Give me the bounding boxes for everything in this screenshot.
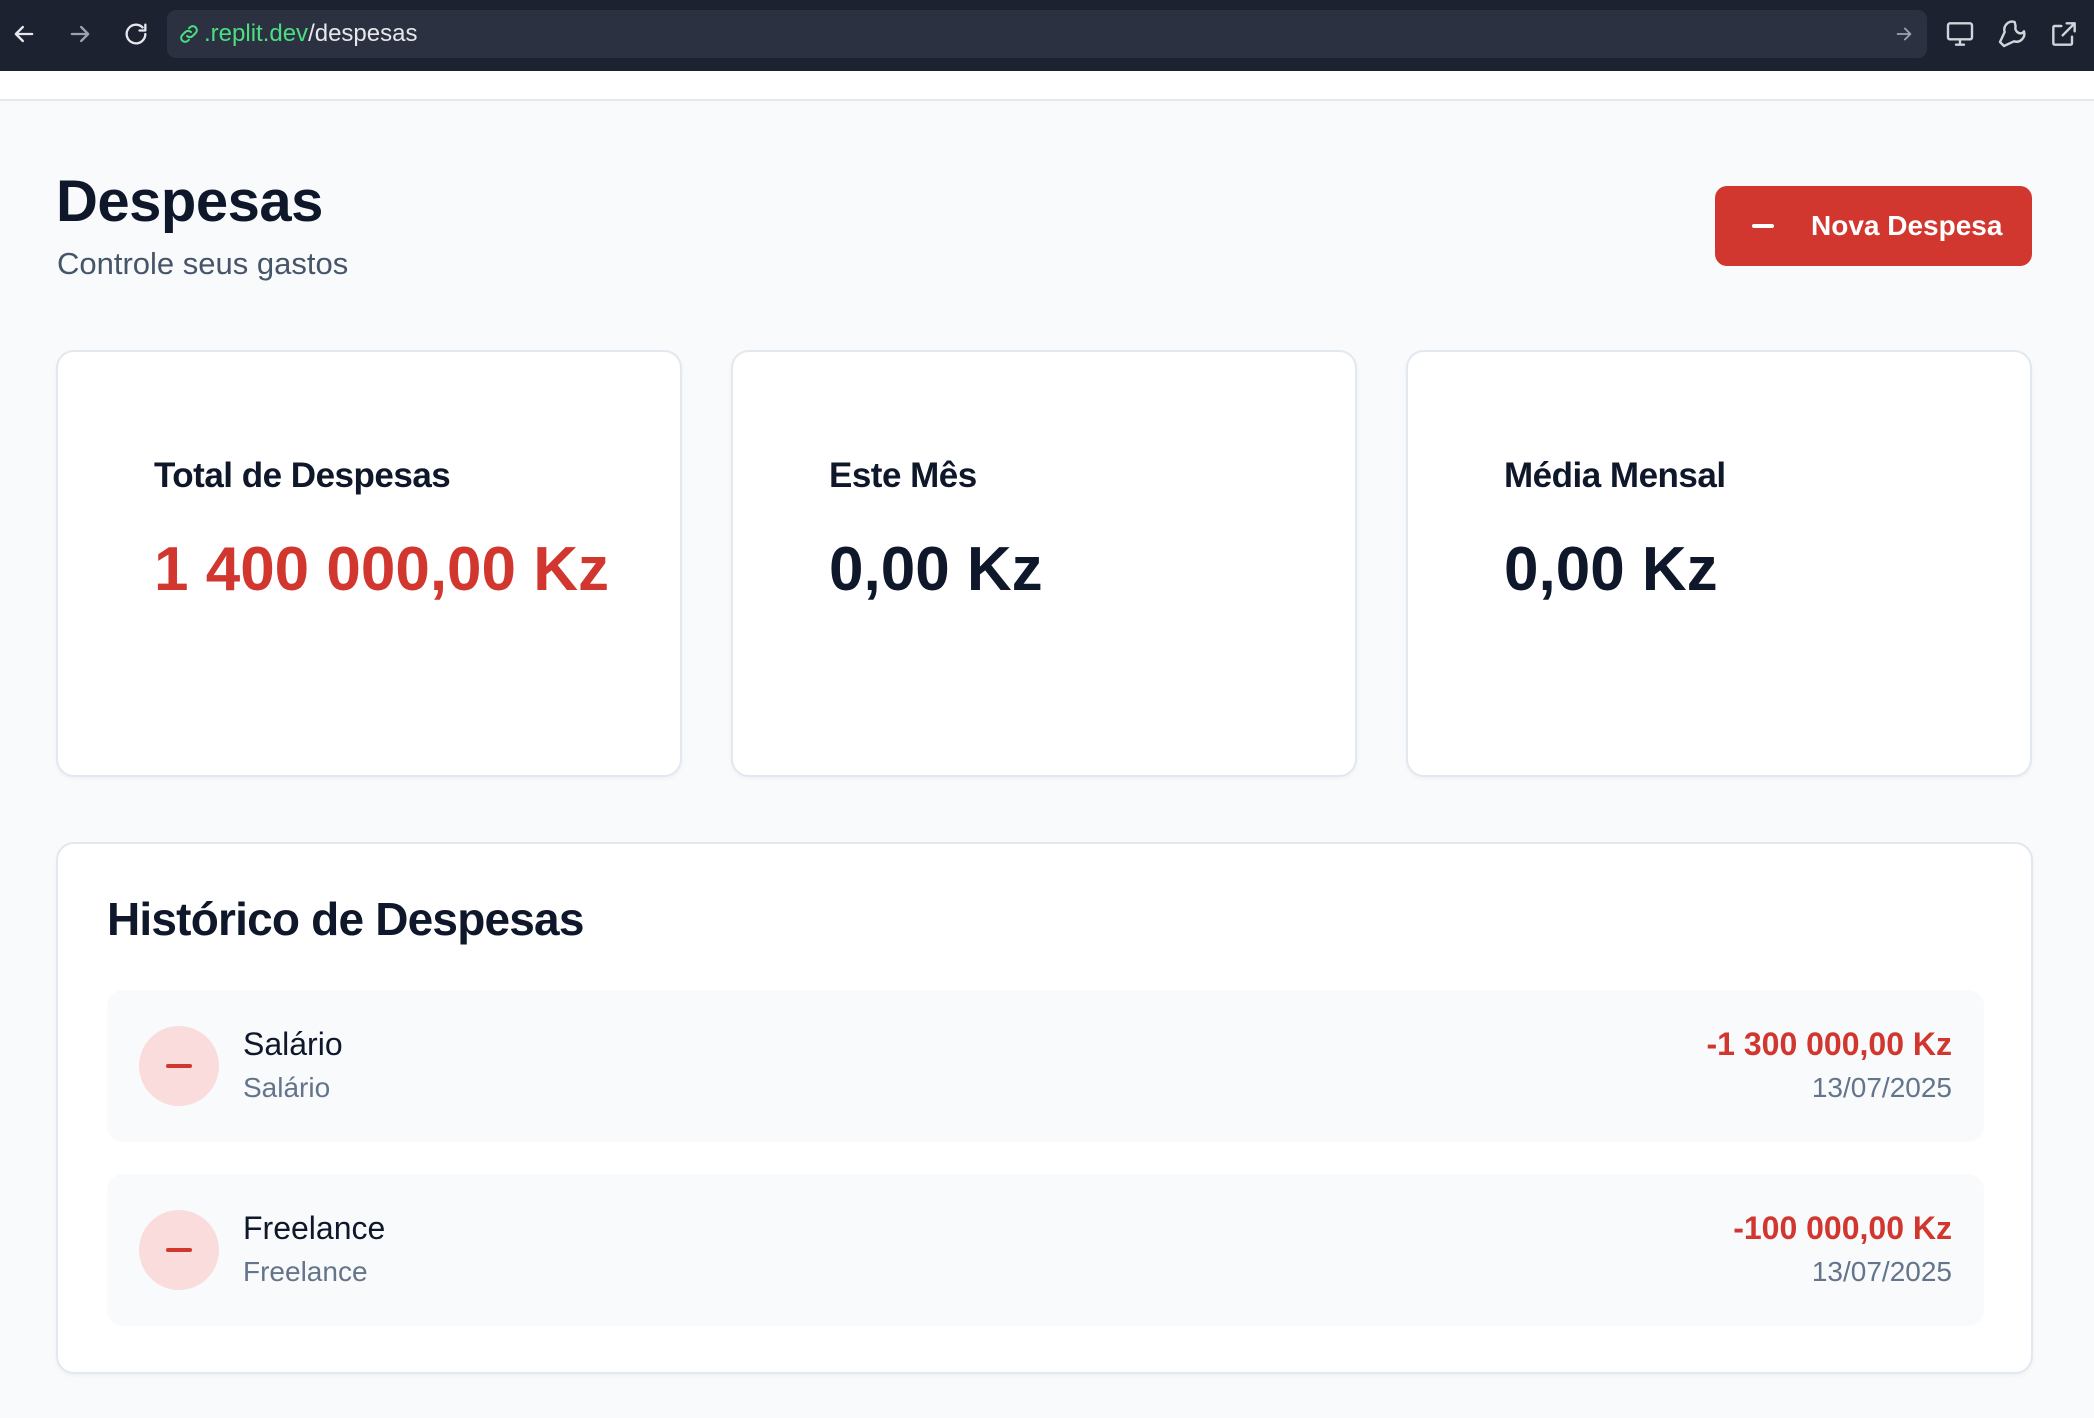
monitor-icon[interactable] [1944,18,1976,50]
minus-icon [1752,224,1774,228]
expense-amount: -1 300 000,00 Kz [1706,1026,1953,1062]
url-path: /despesas [308,20,418,47]
expense-category: Salário [243,1072,331,1103]
reload-icon [125,23,147,45]
stat-card-this-month: Este Mês 0,00 Kz [731,350,1357,777]
expense-amount: -100 000,00 Kz [1733,1210,1952,1246]
expense-name: Freelance [243,1210,386,1246]
link-icon [180,25,198,43]
url-text: .replit.dev/despesas [204,10,417,58]
wrench-icon[interactable] [1996,18,2028,50]
url-bar[interactable]: .replit.dev/despesas [167,10,1927,58]
expense-icon-badge [139,1210,219,1290]
new-expense-button[interactable]: Nova Despesa [1715,186,2032,266]
expense-row[interactable]: Salário Salário -1 300 000,00 Kz 13/07/2… [107,990,1984,1142]
page-title: Despesas [56,169,323,234]
expense-date: 13/07/2025 [1811,1256,1952,1287]
back-button[interactable] [4,14,44,54]
browser-toolbar: .replit.dev/despesas [0,0,2094,71]
history-title: Histórico de Despesas [107,893,584,945]
stat-card-monthly-average: Média Mensal 0,00 Kz [1406,350,2032,777]
stat-label: Total de Despesas [154,456,451,495]
new-expense-button-label: Nova Despesa [1811,210,2003,241]
arrow-right-icon [70,25,90,43]
expense-history-card: Histórico de Despesas Salário Salário -1… [56,842,2033,1374]
expense-row[interactable]: Freelance Freelance -100 000,00 Kz 13/07… [107,1174,1984,1326]
expense-category: Freelance [243,1256,368,1287]
stat-value: 0,00 Kz [1504,535,1718,604]
stat-value: 0,00 Kz [829,535,1043,604]
arrow-right-icon[interactable] [1893,23,1915,45]
stat-label: Média Mensal [1504,456,1726,495]
reload-button[interactable] [116,14,156,54]
expense-name: Salário [243,1026,343,1062]
forward-button[interactable] [60,14,100,54]
url-domain: .replit.dev [204,20,309,47]
minus-icon [166,1248,192,1252]
stat-label: Este Mês [829,456,977,495]
stat-card-total: Total de Despesas 1 400 000,00 Kz [56,350,682,777]
stat-value: 1 400 000,00 Kz [154,535,610,604]
external-link-icon[interactable] [2048,18,2080,50]
app-top-strip [0,71,2094,101]
arrow-left-icon [14,25,34,43]
page-subtitle: Controle seus gastos [57,246,349,281]
expense-icon-badge [139,1026,219,1106]
minus-icon [166,1064,192,1068]
expense-date: 13/07/2025 [1811,1072,1952,1103]
